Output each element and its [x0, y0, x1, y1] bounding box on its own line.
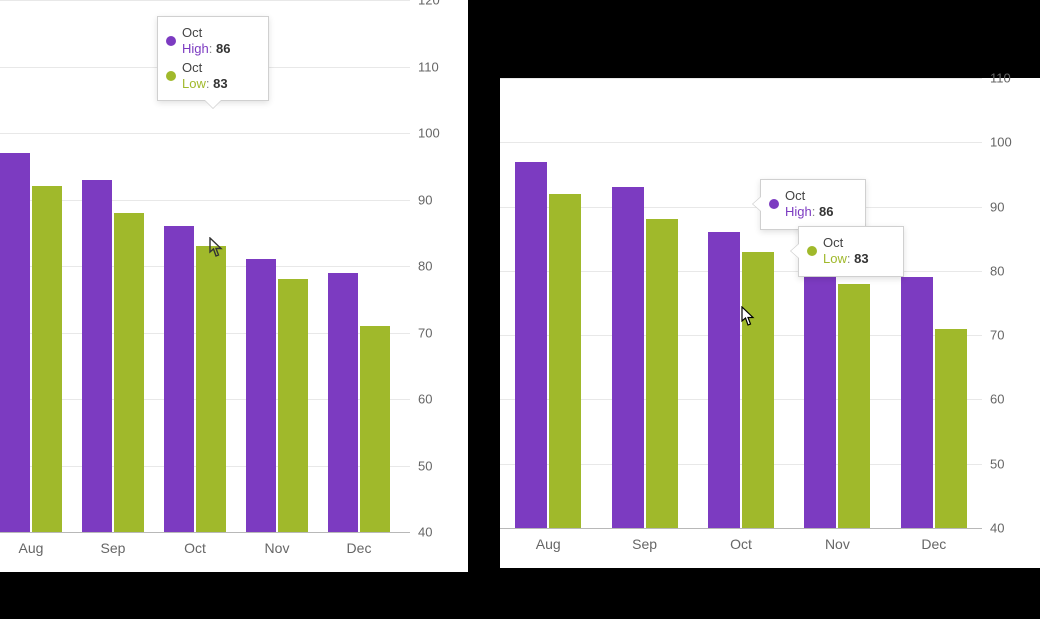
bar-low[interactable]: [196, 246, 226, 532]
x-tick-label: Dec: [921, 536, 946, 552]
bar-group[interactable]: [164, 0, 226, 532]
x-tick-label: Aug: [536, 536, 561, 552]
x-tick-label: Dec: [347, 540, 372, 556]
bar-low[interactable]: [742, 252, 774, 528]
chart-left-plot[interactable]: 405060708090100110120: [0, 0, 410, 532]
chart-right-xaxis: Aug Sep Oct Nov Dec: [500, 528, 982, 568]
y-tick-label: 110: [990, 71, 1036, 86]
bar-low[interactable]: [935, 329, 967, 528]
y-tick-label: 100: [990, 135, 1036, 150]
y-tick-label: 60: [990, 392, 1036, 407]
chart-right-pane: 405060708090100110 AugSepOctNovDec Oct H…: [500, 78, 1040, 568]
bar-high[interactable]: [0, 153, 30, 532]
y-tick-label: 80: [990, 263, 1036, 278]
bar-group[interactable]: [515, 78, 581, 528]
bar-group[interactable]: [246, 0, 308, 532]
chart-right-plot[interactable]: 405060708090100110: [500, 78, 982, 528]
y-tick-label: 120: [418, 0, 464, 8]
y-tick-label: 60: [418, 392, 464, 407]
bar-group[interactable]: [901, 78, 967, 528]
x-tick-label: Oct: [184, 540, 206, 556]
bar-low[interactable]: [360, 326, 390, 532]
y-tick-label: 50: [990, 456, 1036, 471]
x-tick-label: Sep: [632, 536, 657, 552]
bar-high[interactable]: [804, 264, 836, 528]
bar-group[interactable]: [804, 78, 870, 528]
y-tick-label: 100: [418, 126, 464, 141]
bar-low[interactable]: [32, 186, 62, 532]
y-tick-label: 110: [418, 59, 464, 74]
bar-low[interactable]: [549, 194, 581, 528]
x-tick-label: Oct: [730, 536, 752, 552]
bar-group[interactable]: [82, 0, 144, 532]
bar-low[interactable]: [278, 279, 308, 532]
bar-group[interactable]: [612, 78, 678, 528]
bar-high[interactable]: [612, 187, 644, 528]
y-tick-label: 90: [990, 199, 1036, 214]
y-tick-label: 80: [418, 259, 464, 274]
chart-left-xaxis: Aug Sep Oct Nov Dec: [0, 532, 410, 572]
bar-high[interactable]: [515, 162, 547, 528]
bar-high[interactable]: [901, 277, 933, 528]
chart-left-pane: 405060708090100110120 AugSepOctNovDec Oc…: [0, 0, 468, 572]
stage: { "chart_data": [ { "id": "left", "type"…: [0, 0, 1040, 619]
bar-group[interactable]: [708, 78, 774, 528]
y-tick-label: 90: [418, 192, 464, 207]
bar-high[interactable]: [164, 226, 194, 532]
y-tick-label: 40: [418, 525, 464, 540]
y-tick-label: 70: [418, 325, 464, 340]
x-tick-label: Sep: [101, 540, 126, 556]
y-tick-label: 40: [990, 521, 1036, 536]
bar-low[interactable]: [646, 219, 678, 528]
y-tick-label: 50: [418, 458, 464, 473]
bar-high[interactable]: [82, 180, 112, 532]
bar-low[interactable]: [114, 213, 144, 532]
bar-group[interactable]: [0, 0, 62, 532]
x-tick-label: Nov: [265, 540, 290, 556]
bar-high[interactable]: [328, 273, 358, 532]
x-tick-label: Nov: [825, 536, 850, 552]
bar-high[interactable]: [246, 259, 276, 532]
x-tick-label: Aug: [19, 540, 44, 556]
bar-group[interactable]: [328, 0, 390, 532]
bar-low[interactable]: [838, 284, 870, 528]
y-tick-label: 70: [990, 328, 1036, 343]
bar-high[interactable]: [708, 232, 740, 528]
